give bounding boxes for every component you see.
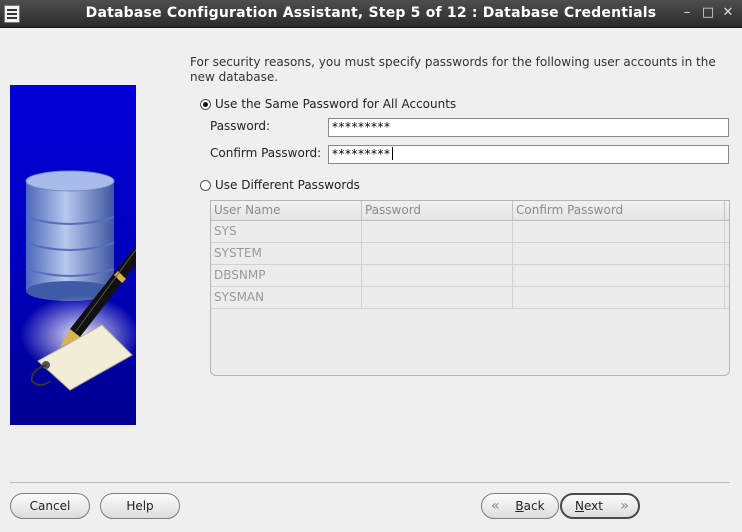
cell-password — [362, 287, 513, 309]
dialog-content: For security reasons, you must specify p… — [0, 28, 742, 532]
table-header: User Name Password Confirm Password — [211, 201, 729, 221]
password-label: Password: — [210, 119, 271, 133]
radio-indicator[interactable] — [200, 98, 211, 110]
maximize-icon[interactable]: □ — [701, 5, 715, 20]
button-separator — [10, 482, 730, 483]
close-icon[interactable]: ✕ — [721, 5, 735, 20]
window-title: Database Configuration Assistant, Step 5… — [85, 5, 657, 21]
column-header-confirm-password: Confirm Password — [513, 201, 725, 221]
cell-password — [362, 243, 513, 265]
cancel-button[interactable]: Cancel — [10, 493, 90, 519]
intro-text: For security reasons, you must specify p… — [190, 55, 716, 84]
column-header-user-name: User Name — [211, 201, 362, 221]
database-pen-key-illustration — [10, 85, 136, 425]
different-passwords-radio-label[interactable]: Use Different Passwords — [215, 178, 360, 192]
radio-indicator[interactable] — [200, 179, 211, 191]
cell-confirm-password — [513, 287, 725, 309]
cell-confirm-password — [513, 265, 725, 287]
table-row: SYSMAN — [211, 287, 729, 309]
table-row: DBSNMP — [211, 265, 729, 287]
cell-confirm-password — [513, 243, 725, 265]
back-button[interactable]: « Back — [481, 493, 559, 519]
cell-user-name: SYS — [211, 221, 362, 243]
different-passwords-radio[interactable]: Use Different Passwords — [200, 178, 360, 192]
back-button-label: Back — [515, 499, 545, 513]
password-value: ********* — [332, 120, 391, 134]
table-row: SYSTEM — [211, 243, 729, 265]
text-caret — [391, 147, 393, 160]
minimize-icon[interactable]: – — [680, 5, 694, 20]
same-password-radio[interactable]: Use the Same Password for All Accounts — [200, 97, 456, 111]
column-header-password: Password — [362, 201, 513, 221]
title-bar[interactable]: Database Configuration Assistant, Step 5… — [0, 0, 742, 28]
illustration-svg — [20, 170, 136, 391]
cell-password — [362, 221, 513, 243]
confirm-password-value: ********* — [332, 147, 391, 161]
cell-user-name: DBSNMP — [211, 265, 362, 287]
next-button-label: Next — [575, 499, 603, 513]
database-cylinder-icon — [25, 170, 115, 301]
user-password-table: User Name Password Confirm Password SYS … — [210, 200, 730, 376]
cell-password — [362, 265, 513, 287]
table-row: SYS — [211, 221, 729, 243]
cell-confirm-password — [513, 221, 725, 243]
help-button[interactable]: Help — [100, 493, 180, 519]
confirm-password-field[interactable]: ********* — [328, 145, 729, 164]
same-password-radio-label[interactable]: Use the Same Password for All Accounts — [215, 97, 456, 111]
cell-user-name: SYSTEM — [211, 243, 362, 265]
cell-user-name: SYSMAN — [211, 287, 362, 309]
next-button[interactable]: Next » — [560, 493, 640, 519]
chevron-left-icon: « — [491, 498, 500, 514]
confirm-password-label: Confirm Password: — [210, 146, 322, 160]
password-field[interactable]: ********* — [328, 118, 729, 137]
chevron-right-icon: » — [620, 498, 629, 514]
